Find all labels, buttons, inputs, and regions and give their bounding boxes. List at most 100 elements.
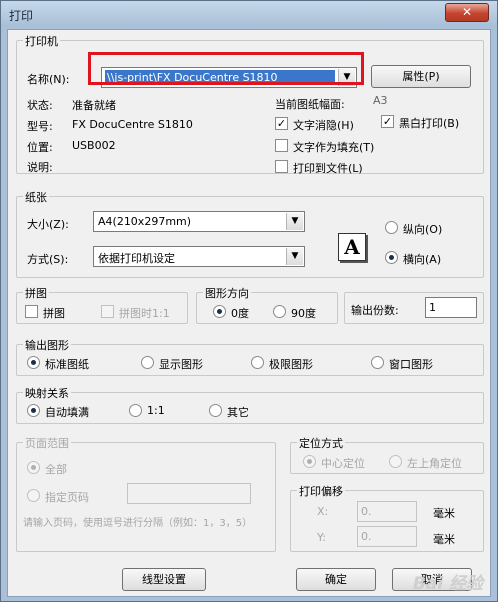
landscape-label[interactable]: 横向(A)	[403, 251, 441, 267]
output-display-label[interactable]: 显示图形	[159, 356, 203, 372]
output-window-label[interactable]: 窗口图形	[389, 356, 433, 372]
offset-y-label: Y:	[317, 531, 326, 544]
deg0-label[interactable]: 0度	[231, 305, 249, 321]
copies-input[interactable]: 1	[425, 297, 477, 318]
copies-value: 1	[429, 301, 436, 314]
orientation-icon: A	[338, 233, 366, 261]
location-label: 位置:	[27, 141, 53, 154]
printer-name-label: 名称(N):	[27, 73, 70, 86]
black-white-checkbox[interactable]: ✓	[381, 115, 394, 128]
tile-checkbox[interactable]	[25, 305, 38, 318]
comment-label: 说明:	[27, 161, 53, 174]
location-value: USB002	[72, 139, 116, 152]
page-range-group: 页面范围 全部 指定页码 请输入页码，使用逗号进行分隔（例如：1，3，5）	[16, 435, 276, 552]
page-all-radio	[27, 461, 40, 474]
mapping-group-label: 映射关系	[23, 385, 71, 401]
status-label: 状态:	[27, 99, 53, 112]
mapping-1to1-label[interactable]: 1:1	[147, 404, 165, 417]
position-group-label: 定位方式	[297, 435, 345, 451]
mapping-group: 映射关系 自动填满 1:1 其它	[16, 385, 484, 424]
print-dialog: 打印 ✕ 打印机 名称(N): \\js-print\FX DocuCentre…	[0, 0, 498, 602]
dialog-client: 打印机 名称(N): \\js-print\FX DocuCentre S181…	[7, 29, 491, 597]
position-center-label: 中心定位	[321, 457, 365, 470]
output-standard-radio[interactable]	[27, 356, 40, 369]
tile-label[interactable]: 拼图	[43, 305, 65, 321]
paper-mode-value: 依据打印机设定	[98, 252, 175, 265]
portrait-label[interactable]: 纵向(O)	[403, 221, 442, 237]
print-to-file-label[interactable]: 打印到文件(L)	[293, 160, 363, 176]
output-extents-radio[interactable]	[251, 356, 264, 369]
tiling-group: 拼图 拼图 拼图时1:1	[16, 285, 188, 324]
position-top-left-label: 左上角定位	[407, 457, 462, 470]
output-window-radio[interactable]	[371, 356, 384, 369]
tiling-group-label: 拼图	[23, 285, 49, 301]
deg90-label[interactable]: 90度	[291, 305, 316, 321]
landscape-radio[interactable]	[385, 251, 398, 264]
status-value: 准备就绪	[72, 99, 116, 112]
output-standard-label[interactable]: 标准图纸	[45, 356, 89, 372]
page-specified-radio	[27, 489, 40, 502]
mapping-1to1-radio[interactable]	[129, 404, 142, 417]
output-display-radio[interactable]	[141, 356, 154, 369]
chevron-down-icon[interactable]: ▼	[286, 213, 303, 230]
deg0-radio[interactable]	[213, 305, 226, 318]
highlight-frame	[88, 52, 364, 85]
tile-overlap-checkbox	[101, 305, 114, 318]
linetype-button[interactable]: 线型设置	[122, 568, 206, 591]
page-range-group-label: 页面范围	[23, 435, 71, 451]
portrait-radio[interactable]	[385, 221, 398, 234]
copies-group: 输出份数: 1	[344, 292, 484, 324]
direction-group-label: 图形方向	[203, 285, 251, 301]
offset-x-label: X:	[317, 505, 329, 518]
title-bar[interactable]: 打印 ✕	[1, 1, 497, 27]
chevron-down-icon[interactable]: ▼	[286, 248, 303, 265]
paper-group-label: 纸张	[23, 189, 49, 205]
output-group-label: 输出图形	[23, 337, 71, 353]
direction-group: 图形方向 0度 90度	[196, 285, 338, 324]
black-white-label[interactable]: 黑白打印(B)	[399, 115, 459, 131]
ok-button[interactable]: 确定	[296, 568, 376, 591]
position-top-left-radio	[389, 455, 402, 468]
hide-text-checkbox[interactable]: ✓	[275, 117, 288, 130]
print-to-file-checkbox[interactable]	[275, 160, 288, 173]
paper-size-select-label: 大小(Z):	[27, 218, 69, 231]
paper-size-label: 当前图纸幅面:	[275, 98, 345, 111]
deg90-radio[interactable]	[273, 305, 286, 318]
paper-size-select-value: A4(210x297mm)	[98, 215, 192, 228]
tile-overlap-label: 拼图时1:1	[119, 307, 170, 320]
offset-group-label: 打印偏移	[297, 483, 345, 499]
offset-y-input: 0.	[357, 526, 417, 547]
position-group: 定位方式 中心定位 左上角定位	[290, 435, 484, 474]
position-center-radio	[303, 455, 316, 468]
watermark-text: Bai 经验	[412, 574, 483, 594]
page-all-label: 全部	[45, 463, 67, 476]
mapping-other-label[interactable]: 其它	[227, 404, 249, 420]
offset-x-unit: 毫米	[433, 507, 455, 520]
type-label: 型号:	[27, 120, 53, 133]
offset-x-value: 0.	[361, 505, 372, 518]
page-range-input	[127, 483, 251, 504]
type-value: FX DocuCentre S1810	[72, 118, 193, 131]
offset-y-value: 0.	[361, 530, 372, 543]
paper-mode-label: 方式(S):	[27, 253, 69, 266]
paper-mode-select[interactable]: 依据打印机设定 ▼	[93, 246, 305, 267]
output-group: 输出图形 标准图纸 显示图形 极限图形 窗口图形	[16, 337, 484, 376]
mapping-fit-label[interactable]: 自动填满	[45, 404, 89, 420]
offset-x-input: 0.	[357, 501, 417, 522]
text-as-fill-label[interactable]: 文字作为填充(T)	[293, 139, 374, 155]
text-as-fill-checkbox[interactable]	[275, 139, 288, 152]
offset-group: 打印偏移 X: 0. 毫米 Y: 0. 毫米	[290, 483, 484, 552]
close-button[interactable]: ✕	[445, 3, 489, 22]
mapping-other-radio[interactable]	[209, 404, 222, 417]
window-title: 打印	[9, 9, 34, 23]
hide-text-label[interactable]: 文字消隐(H)	[293, 117, 354, 133]
output-extents-label[interactable]: 极限图形	[269, 356, 313, 372]
mapping-fit-radio[interactable]	[27, 404, 40, 417]
paper-size-select[interactable]: A4(210x297mm) ▼	[93, 211, 305, 232]
paper-group: 纸张 大小(Z): A4(210x297mm) ▼ 方式(S): 依据打印机设定…	[16, 189, 484, 278]
offset-y-unit: 毫米	[433, 533, 455, 546]
properties-button[interactable]: 属性(P)	[371, 65, 471, 88]
copies-label: 输出份数:	[351, 304, 399, 317]
printer-group-label: 打印机	[23, 33, 60, 49]
page-range-hint: 请输入页码，使用逗号进行分隔（例如：1，3，5）	[23, 518, 253, 529]
